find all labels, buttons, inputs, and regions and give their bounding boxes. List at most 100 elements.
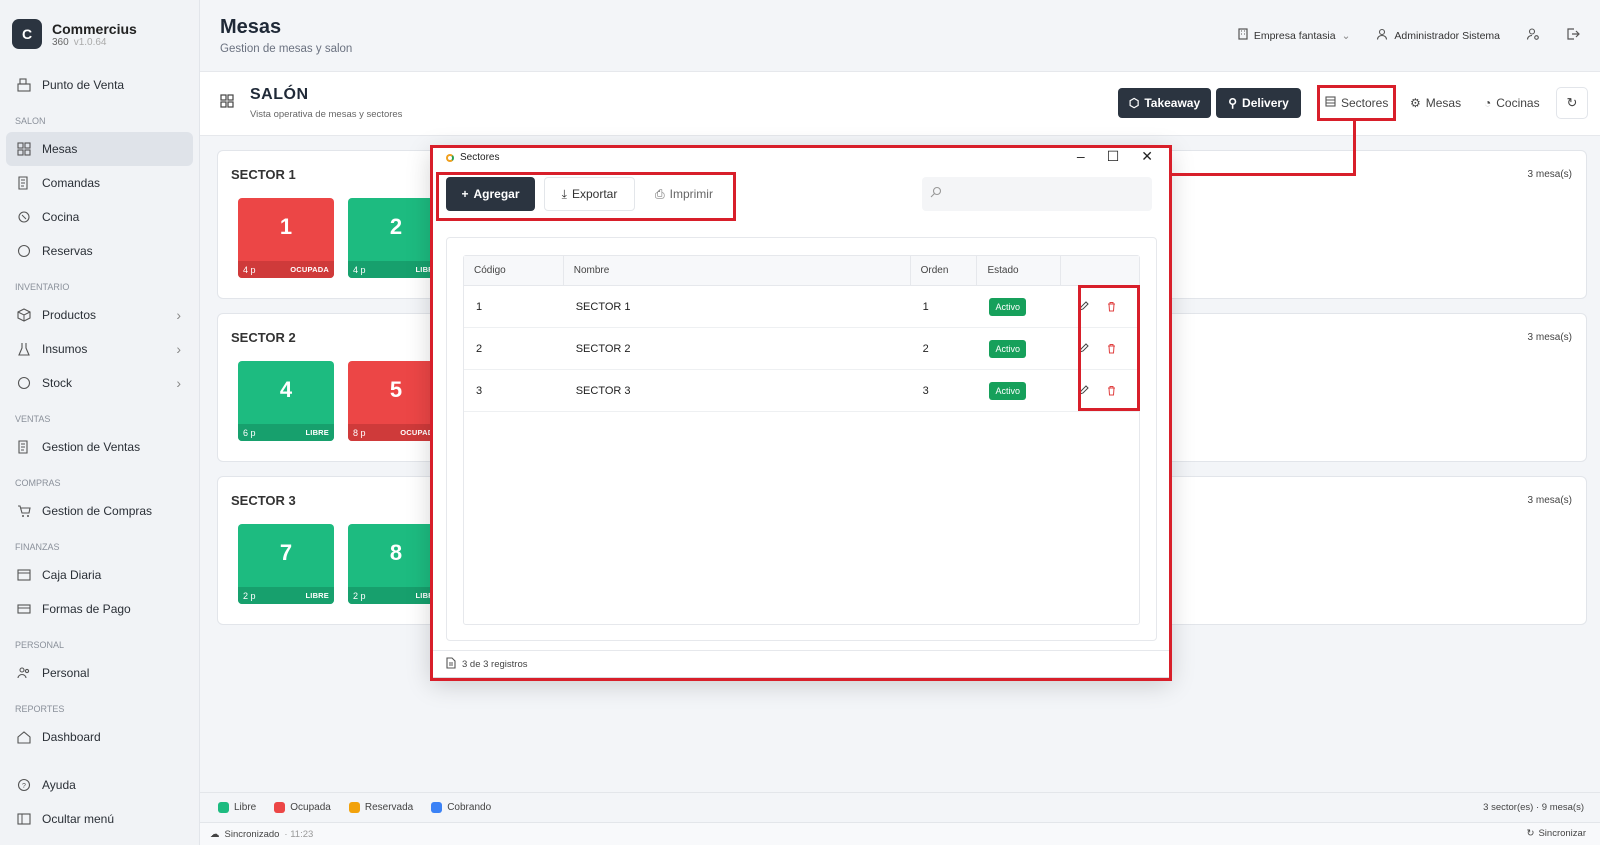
legend-swatch — [218, 802, 229, 813]
cell-orden: 2 — [922, 342, 929, 355]
cocinas-button[interactable]: ◔ Cocinas — [1484, 88, 1540, 118]
table-card[interactable]: 7 2 p LIBRE — [238, 524, 334, 604]
sidebar-item-formas-de-pago[interactable]: Formas de Pago — [6, 592, 193, 626]
sidebar-item-ocultar-menú[interactable]: Ocultar menú — [6, 802, 193, 836]
app-logo: C Commercius 360 v1.0.64 — [0, 0, 199, 68]
status-badge: Activo — [989, 297, 1026, 316]
cell-nombre: SECTOR 1 — [575, 300, 631, 313]
col-orden[interactable]: Orden — [911, 256, 978, 285]
user-settings-button[interactable] — [1526, 27, 1540, 44]
edit-icon[interactable] — [1073, 297, 1093, 317]
chevron-right-icon: › — [176, 341, 181, 357]
receipt-icon — [16, 175, 32, 191]
search-field[interactable] — [922, 177, 1152, 211]
sidebar-item-mesas[interactable]: Mesas — [6, 132, 193, 166]
gear-icon: ⚙ — [1410, 96, 1421, 110]
edit-icon[interactable] — [1073, 381, 1093, 401]
delete-icon[interactable] — [1101, 339, 1121, 359]
table-row[interactable]: 3 SECTOR 3 3 Activo — [464, 370, 1139, 412]
sidebar-item-caja-diaria[interactable]: Caja Diaria — [6, 558, 193, 592]
export-button[interactable]: ⤓ Exportar — [544, 177, 635, 211]
sidebar-item-gestion-de-ventas[interactable]: Gestion de Ventas — [6, 430, 193, 464]
logo-badge: C — [12, 19, 42, 49]
table-card[interactable]: 82 p LIBRE — [348, 524, 444, 604]
grid-icon — [16, 141, 32, 157]
sidebar-item-label: Personal — [42, 666, 90, 680]
sync-button[interactable]: ↻ Sincronizar — [1527, 828, 1587, 839]
user-cog-icon — [1526, 27, 1540, 44]
app-edition: 360 v1.0.64 — [52, 36, 107, 48]
sidebar-item-label: Gestion de Ventas — [42, 440, 141, 454]
table-row[interactable]: 2 SECTOR 2 2 Activo — [464, 328, 1139, 370]
sidebar-item-comandas[interactable]: Comandas — [6, 166, 193, 200]
cell-actions — [1061, 328, 1139, 369]
table-capacity: 6 p — [243, 427, 256, 438]
table-card[interactable]: 1 4 p OCUPADA — [238, 198, 334, 278]
cloud-check-icon: ☁ — [210, 828, 220, 840]
sidebar-item-insumos[interactable]: Insumos › — [6, 332, 193, 366]
sidebar-item-gestion-de-compras[interactable]: Gestion de Compras — [6, 494, 193, 528]
takeaway-button[interactable]: ⬡ Takeaway — [1118, 88, 1211, 118]
minimize-icon[interactable]: – — [1077, 148, 1085, 165]
sidebar-item-label: Formas de Pago — [42, 602, 131, 616]
sidebar-item-punto-de-venta[interactable]: Punto de Venta — [6, 68, 193, 102]
chef-icon: ◔ — [1484, 96, 1492, 110]
table-card[interactable]: 4 6 p LIBRE — [238, 361, 334, 441]
sector-name: SECTOR 1 — [231, 167, 296, 182]
print-button[interactable]: ⎙ Imprimir — [642, 177, 726, 211]
legend-item: Reservada — [348, 802, 414, 813]
company-selector[interactable]: Empresa fantasia ⌄ — [1238, 28, 1350, 43]
document-icon — [446, 656, 456, 672]
legend-label: Reservada — [364, 802, 414, 813]
sidebar-item-ayuda[interactable]: ? Ayuda — [6, 768, 193, 802]
home-icon — [16, 729, 32, 745]
sidebar-section-label: REPORTES — [15, 704, 65, 714]
grid-header: Código Nombre Orden Estado — [464, 256, 1139, 286]
cell-nombre: SECTOR 3 — [575, 384, 631, 397]
delete-icon[interactable] — [1101, 297, 1121, 317]
table-row[interactable]: 1 SECTOR 1 1 Activo — [464, 286, 1139, 328]
sidebar-item-label: Caja Diaria — [42, 568, 102, 582]
sidebar-item-label: Insumos — [42, 342, 88, 356]
table-status: OCUPADA — [290, 265, 329, 274]
user-icon — [1376, 28, 1388, 43]
sidebar-item-dashboard[interactable]: Dashboard — [6, 720, 193, 754]
sidebar-item-cocina[interactable]: Cocina — [6, 200, 193, 234]
sidebar-item-stock[interactable]: Stock › — [6, 366, 193, 400]
user-menu[interactable]: Administrador Sistema — [1376, 28, 1500, 43]
table-capacity: 2 p — [243, 590, 256, 601]
chevron-right-icon: › — [176, 375, 181, 391]
refresh-button[interactable]: ↻ — [1556, 87, 1588, 119]
table-capacity: 8 p — [353, 427, 366, 438]
col-codigo[interactable]: Código — [464, 256, 564, 285]
delete-icon[interactable] — [1101, 381, 1121, 401]
add-button[interactable]: + Agregar — [446, 177, 535, 211]
box-icon — [16, 307, 32, 323]
cell-codigo: 1 — [476, 300, 483, 313]
users-icon — [16, 665, 32, 681]
search-input[interactable] — [922, 177, 1152, 211]
legend-swatch — [431, 802, 443, 813]
svg-text:?: ? — [22, 783, 26, 790]
edit-icon[interactable] — [1073, 339, 1093, 359]
col-estado[interactable]: Estado — [977, 256, 1062, 285]
download-icon: ⤓ — [561, 186, 567, 201]
delivery-button[interactable]: ⚲ Delivery — [1216, 88, 1301, 118]
mesas-button[interactable]: ⚙ Mesas — [1410, 88, 1461, 118]
sidebar-item-reservas[interactable]: Reservas — [6, 234, 193, 268]
sidebar-item-label: Cocina — [42, 210, 80, 224]
table-number: 5 — [389, 377, 403, 402]
close-icon[interactable]: ✕ — [1141, 148, 1153, 165]
sectores-button[interactable]: Sectores — [1325, 88, 1388, 118]
col-nombre[interactable]: Nombre — [564, 256, 911, 285]
table-card[interactable]: 24 p LIBRE — [348, 198, 444, 278]
plus-icon: + — [461, 187, 469, 201]
logout-button[interactable] — [1566, 27, 1580, 44]
sidebar-item-personal[interactable]: Personal — [6, 656, 193, 690]
sidebar-item-productos[interactable]: Productos › — [6, 298, 193, 332]
maximize-icon[interactable]: ☐ — [1107, 148, 1120, 165]
legend-label: Libre — [234, 802, 257, 813]
table-card[interactable]: 58 p OCUPADA — [348, 361, 444, 441]
sidebar: C Commercius 360 v1.0.64 Punto de Venta SA… — [0, 0, 200, 845]
print-label: Imprimir — [669, 187, 713, 201]
